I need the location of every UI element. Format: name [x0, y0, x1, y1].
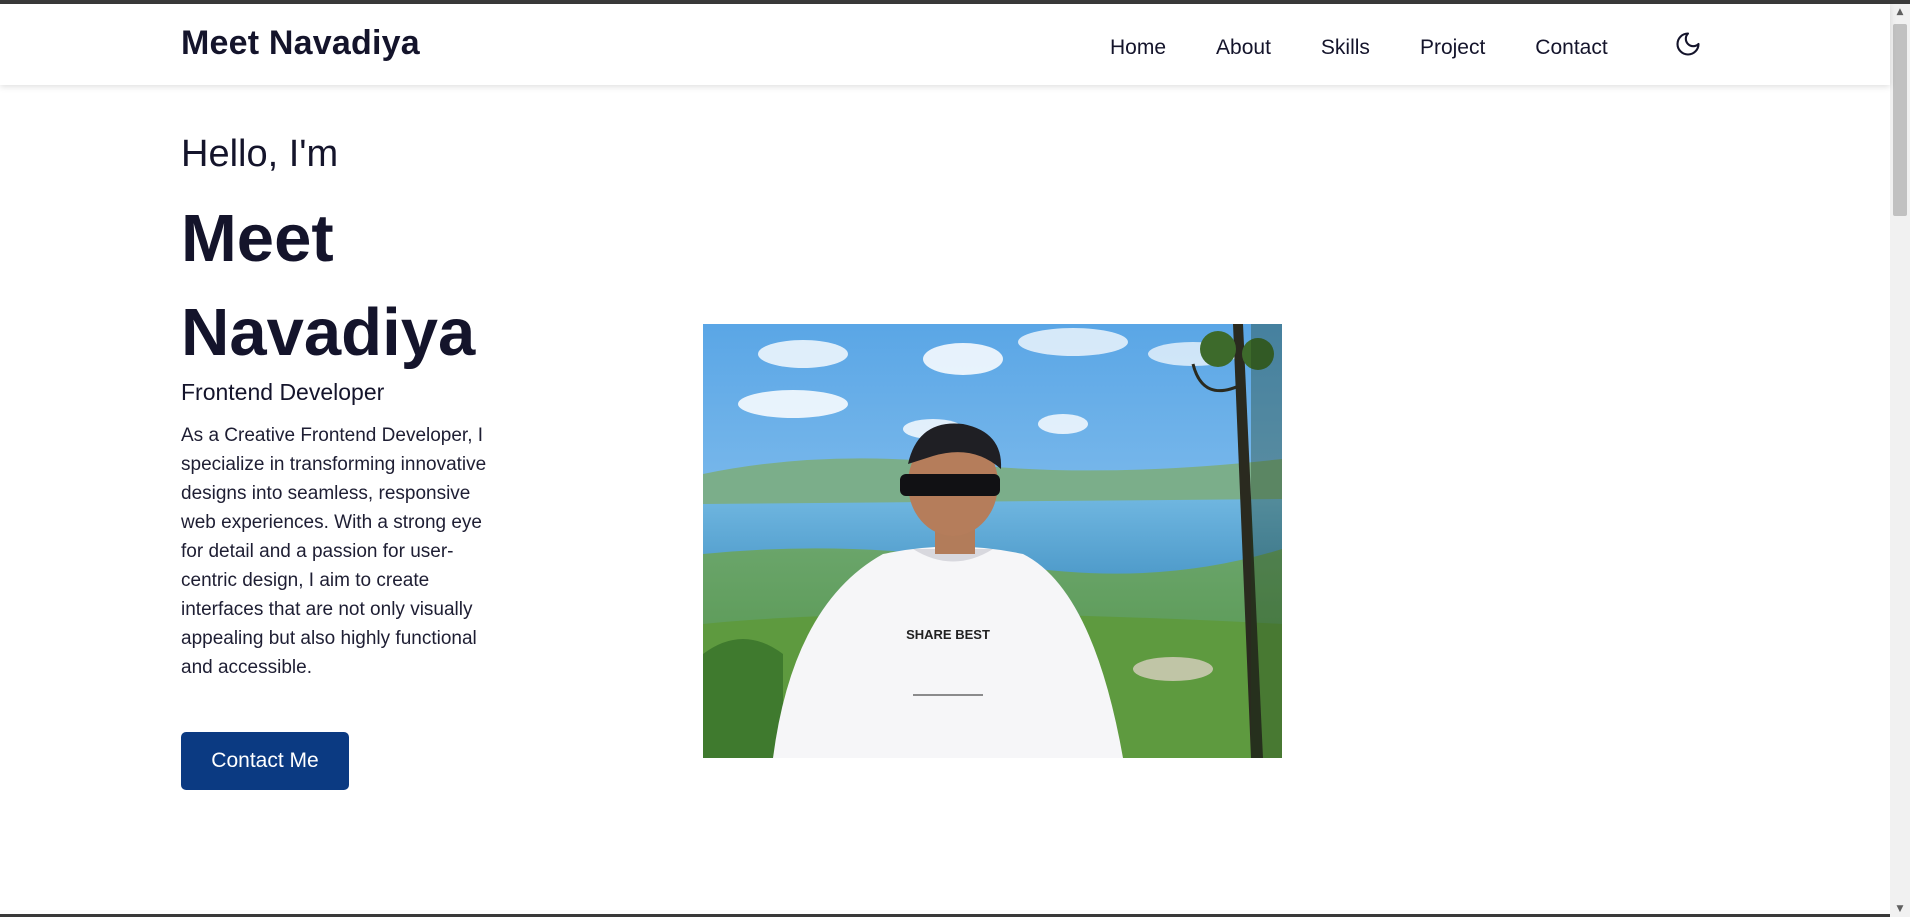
shirt-print-text: SHARE BEST — [906, 627, 990, 642]
role-title: Frontend Developer — [181, 379, 385, 405]
brand-logo-text[interactable]: Meet Navadiya — [181, 24, 420, 63]
scrollbar-thumb[interactable] — [1893, 24, 1907, 216]
nav-link-about[interactable]: About — [1216, 30, 1271, 60]
contact-me-button[interactable]: Contact Me — [181, 732, 349, 790]
scroll-up-arrow-icon[interactable]: ▲ — [1890, 4, 1910, 20]
profile-photo: SHARE BEST — [703, 324, 1282, 758]
nav-link-contact[interactable]: Contact — [1535, 30, 1607, 60]
hero-name: Meet Navadiya — [181, 201, 476, 370]
nav-link-project[interactable]: Project — [1420, 30, 1485, 60]
hero-section: Hello, I'm Meet Navadiya Frontend Develo… — [181, 85, 1881, 917]
greeting-text: Hello, I'm — [181, 133, 339, 175]
scroll-down-arrow-icon[interactable]: ▼ — [1890, 901, 1910, 917]
nav-links: Home About Skills Project Contact — [1110, 4, 1608, 85]
nav-link-home[interactable]: Home — [1110, 30, 1166, 60]
nav-link-skills[interactable]: Skills — [1321, 30, 1370, 60]
moon-icon[interactable] — [1674, 30, 1702, 58]
navbar: Meet Navadiya Home About Skills Project … — [0, 4, 1890, 85]
vertical-scrollbar[interactable]: ▲ ▼ — [1890, 4, 1910, 917]
bio-paragraph: As a Creative Frontend Developer, I spec… — [181, 425, 487, 678]
